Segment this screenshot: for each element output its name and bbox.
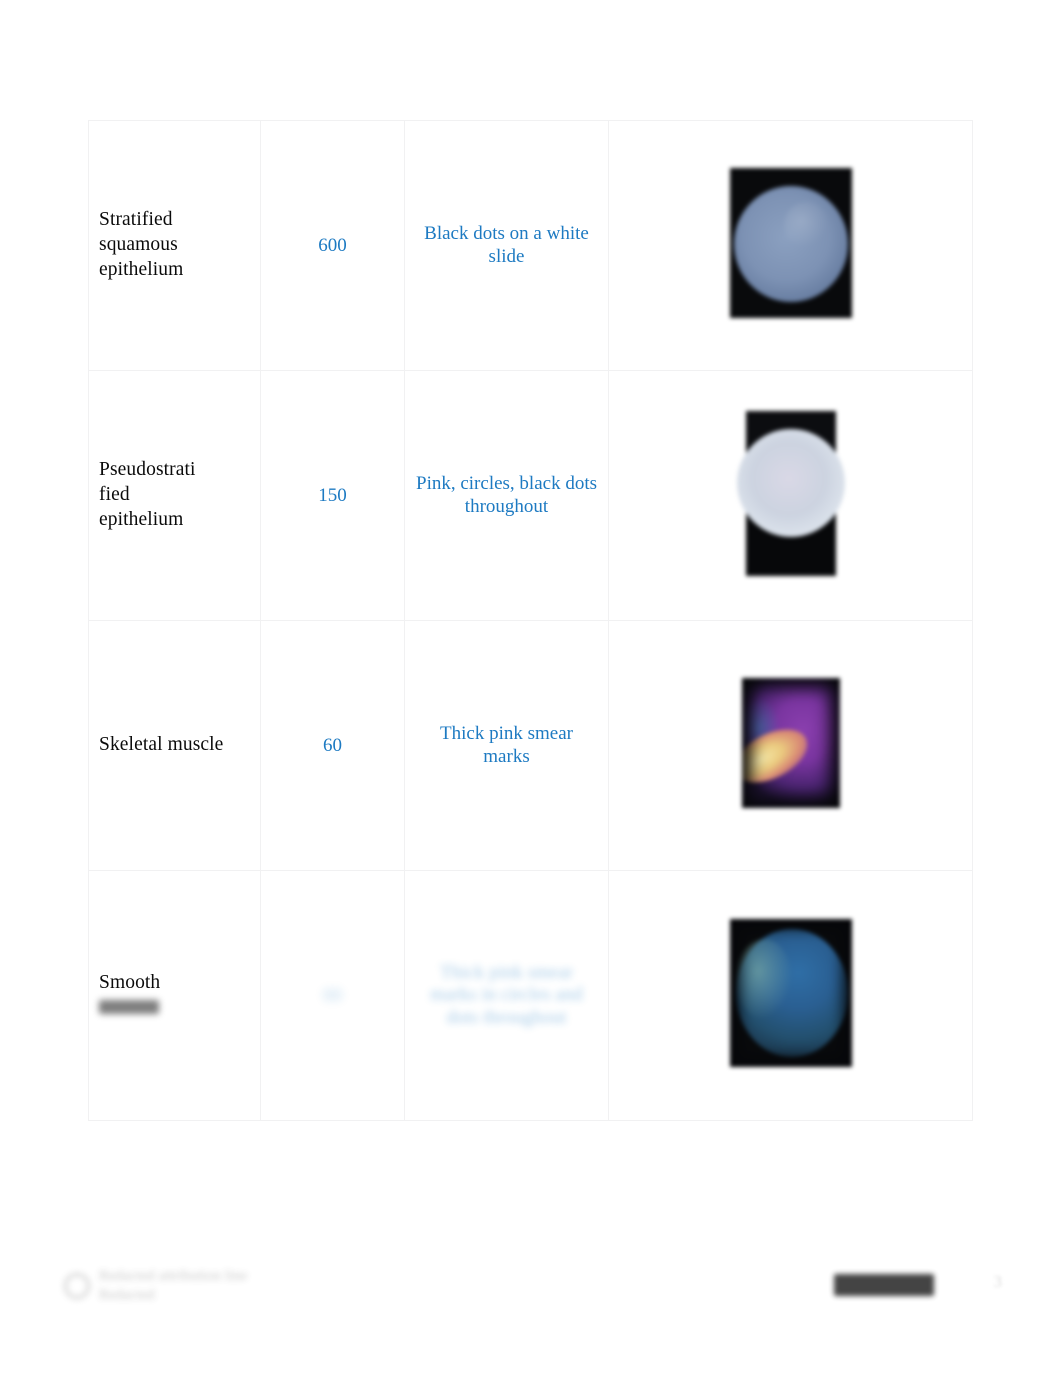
magnification-cell: 00 (260, 870, 405, 1121)
tissue-name-cell: Stratified squamous epithelium (88, 120, 261, 371)
tissue-name-line-2: fied (99, 484, 130, 506)
page-number: 3 (993, 1272, 1003, 1291)
micrograph-pseudostratified-image (736, 410, 845, 576)
description-cell-obscured: Thick pink smear marks in circles and do… (404, 870, 609, 1121)
magnification-value-obscured: 00 (323, 984, 342, 1006)
image-cell (608, 370, 973, 621)
microscope-field (736, 428, 845, 537)
description-cell: Pink, circles, black dots throughout (404, 370, 609, 621)
redacted-tissue-name-suffix (99, 999, 159, 1014)
description-text: Thick pink smear marks (440, 723, 573, 767)
table-row: Stratified squamous epithelium 600 Black… (88, 120, 973, 371)
footer-logo-icon (64, 1272, 90, 1299)
table-row: Smooth 00 Thick pink smear marks in circ… (88, 870, 973, 1121)
tissue-name-line-3: epithelium (99, 508, 184, 530)
table-row: Skeletal muscle 60 Thick pink smear mark… (88, 620, 973, 871)
magnification-cell: 60 (260, 620, 405, 871)
footer-attribution-text: Redacted attribution line Redacted (99, 1267, 247, 1305)
tissue-name-text: Smooth (99, 971, 161, 993)
description-text-obscured: Thick pink smear marks in circles and do… (430, 961, 583, 1028)
field-vignette (742, 678, 840, 808)
footer-text-line-1: Redacted attribution line (99, 1268, 248, 1284)
microscope-field (733, 186, 848, 302)
description-text: Black dots on a white slide (424, 223, 589, 267)
tissue-name-line-1: Pseudostrati (99, 459, 196, 481)
description-cell: Black dots on a white slide (404, 120, 609, 371)
page-footer: Redacted attribution line Redacted 3 (0, 1266, 1062, 1376)
document-page: Stratified squamous epithelium 600 Black… (0, 0, 1062, 1376)
magnification-value: 150 (318, 484, 347, 506)
image-cell (608, 870, 973, 1121)
micrograph-stratified-squamous-image (729, 168, 852, 318)
tissue-name-cell: Skeletal muscle (88, 620, 261, 871)
table-row: Pseudostrati fied epithelium 150 Pink, c… (88, 370, 973, 621)
tissue-observation-table: Stratified squamous epithelium 600 Black… (88, 120, 973, 1121)
footer-redaction-bar (834, 1274, 934, 1296)
micrograph-skeletal-muscle-image (741, 678, 840, 808)
description-text: Pink, circles, black dots throughout (416, 473, 597, 517)
tissue-name-text: Skeletal muscle (99, 734, 224, 756)
magnification-cell: 150 (260, 370, 405, 621)
field-highlight (783, 202, 828, 248)
tissue-name-cell: Smooth (88, 870, 261, 1121)
magnification-cell: 600 (260, 120, 405, 371)
magnification-value: 60 (323, 734, 342, 756)
tissue-name-text: Stratified squamous epithelium (99, 209, 184, 280)
magnification-value: 600 (318, 234, 347, 256)
footer-attribution: Redacted attribution line Redacted (64, 1267, 247, 1305)
footer-text-line-2: Redacted (99, 1286, 155, 1303)
micrograph-smooth-muscle-image (729, 919, 852, 1067)
field-vignette (730, 919, 852, 1067)
image-cell (608, 120, 973, 371)
image-cell (608, 620, 973, 871)
tissue-name-cell: Pseudostrati fied epithelium (88, 370, 261, 621)
description-cell: Thick pink smear marks (404, 620, 609, 871)
